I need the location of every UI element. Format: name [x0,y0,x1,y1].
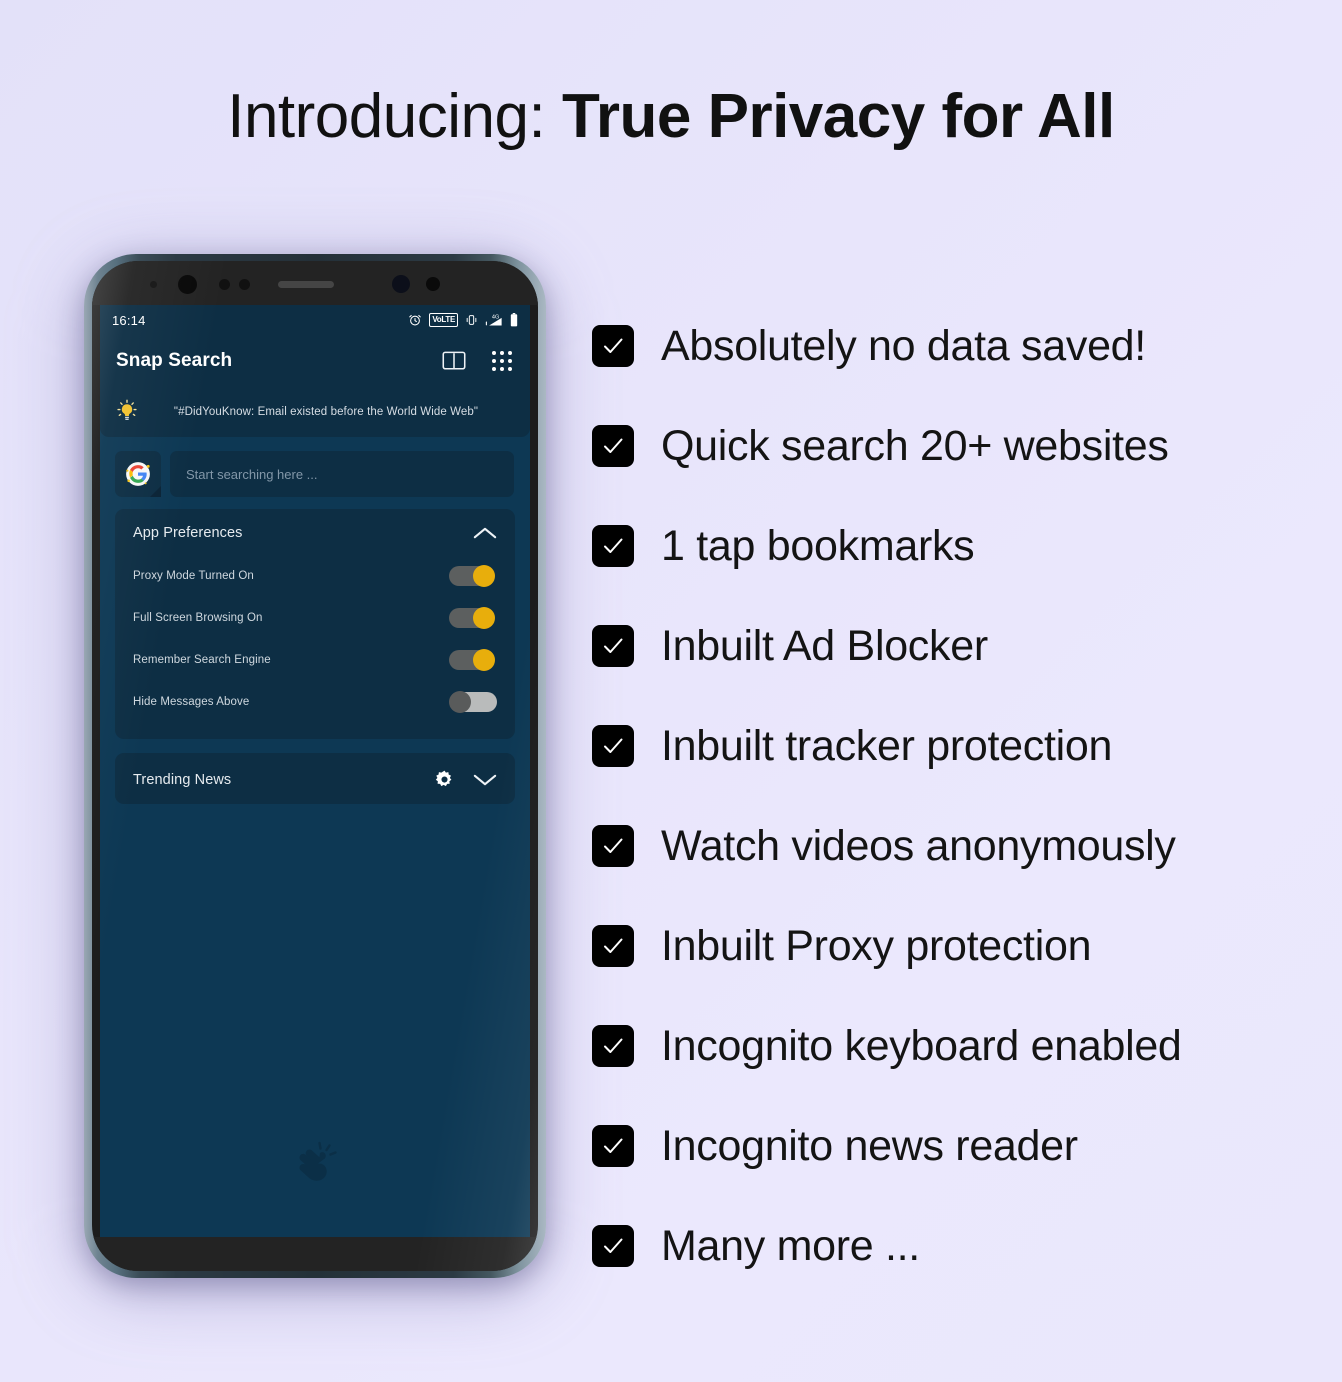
google-icon [126,462,150,486]
page-title: Introducing: True Privacy for All [0,86,1342,148]
list-item: Quick search 20+ websites [592,396,1312,496]
search-input[interactable] [170,451,514,497]
svg-text:4G: 4G [492,315,499,321]
sensor-led-icon [150,281,157,288]
search-row [100,437,530,509]
list-item: 1 tap bookmarks [592,496,1312,596]
vibrate-icon [466,315,477,325]
snap-fingers-icon [299,1141,337,1181]
app-bar-actions [442,351,512,371]
proxy-mode-toggle[interactable] [449,565,497,587]
list-item: Absolutely no data saved! [592,296,1312,396]
trending-news-card: Trending News [115,753,515,804]
sensor-strip [92,261,538,305]
signal-4g-icon: 4G [485,315,502,326]
checkbox-checked-icon[interactable] [592,925,634,967]
alarm-icon [409,314,422,326]
secondary-sensor-icon [426,277,440,291]
status-bar-icons: VoLTE 4G [408,313,518,327]
preference-label: Hide Messages Above [133,696,250,708]
app-preferences-header-actions [473,526,497,540]
app-preferences-list: Proxy Mode Turned On Full Screen Browsin… [115,555,515,739]
checkbox-checked-icon[interactable] [592,725,634,767]
trending-news-header[interactable]: Trending News [115,753,515,804]
chevron-down-icon[interactable] [473,773,497,787]
feature-list: Absolutely no data saved! Quick search 2… [592,296,1312,1296]
preference-row[interactable]: Proxy Mode Turned On [133,555,497,597]
feature-label: Inbuilt Ad Blocker [661,621,988,670]
page-title-emphasis: True Privacy for All [561,82,1115,151]
checkbox-checked-icon[interactable] [592,625,634,667]
remember-search-engine-toggle[interactable] [449,649,497,671]
app-title: Snap Search [116,350,233,371]
app-preferences-title: App Preferences [133,525,243,541]
checkbox-checked-icon[interactable] [592,825,634,867]
tip-text: "#DidYouKnow: Email existed before the W… [173,406,479,418]
bookmarks-icon[interactable] [442,351,466,371]
phone-bezel: 16:14 VoLTE 4G Snap Search "#DidYouKnow:… [92,261,538,1271]
app-bar: Snap Search [100,335,530,387]
preference-row[interactable]: Full Screen Browsing On [133,597,497,639]
phone-chin [92,1237,538,1271]
checkbox-checked-icon[interactable] [592,325,634,367]
search-engine-button[interactable] [115,451,161,497]
feature-label: 1 tap bookmarks [661,521,975,570]
list-item: Incognito news reader [592,1096,1312,1196]
trending-news-title: Trending News [133,771,232,788]
list-item: Watch videos anonymously [592,796,1312,896]
feature-label: Watch videos anonymously [661,821,1176,870]
phone-mockup: 16:14 VoLTE 4G Snap Search "#DidYouKnow:… [62,238,562,1298]
light-sensor-icon [239,279,250,290]
chevron-up-icon[interactable] [473,526,497,540]
preference-row[interactable]: Hide Messages Above [133,681,497,723]
checkbox-checked-icon[interactable] [592,1125,634,1167]
full-screen-browsing-toggle[interactable] [449,607,497,629]
battery-icon [510,313,518,327]
preference-row[interactable]: Remember Search Engine [133,639,497,681]
front-camera-icon [178,275,197,294]
feature-label: Absolutely no data saved! [661,321,1146,370]
hide-messages-above-toggle[interactable] [449,691,497,713]
feature-label: Quick search 20+ websites [661,421,1169,470]
list-item: Inbuilt Proxy protection [592,896,1312,996]
app-preferences-card: App Preferences Proxy Mode Turned On Ful… [115,509,515,739]
phone-frame: 16:14 VoLTE 4G Snap Search "#DidYouKnow:… [84,254,546,1278]
list-item: Inbuilt Ad Blocker [592,596,1312,696]
feature-label: Inbuilt Proxy protection [661,921,1092,970]
volte-icon: VoLTE [429,313,458,327]
status-bar-time: 16:14 [112,312,146,328]
proximity-sensor-icon [219,279,230,290]
checkbox-checked-icon[interactable] [592,1225,634,1267]
snap-watermark [100,1139,530,1199]
status-bar: 16:14 VoLTE 4G [100,305,530,335]
phone-screen: 16:14 VoLTE 4G Snap Search "#DidYouKnow:… [100,305,530,1237]
gear-icon[interactable] [434,769,455,790]
checkbox-checked-icon[interactable] [592,1025,634,1067]
apps-grid-icon[interactable] [492,351,512,371]
earpiece-speaker [278,281,334,288]
page-title-prefix: Introducing: [227,82,562,151]
list-item: Incognito keyboard enabled [592,996,1312,1096]
tip-banner[interactable]: "#DidYouKnow: Email existed before the W… [100,387,530,437]
trending-news-header-actions [434,769,497,790]
preference-label: Full Screen Browsing On [133,612,263,624]
feature-label: Many more ... [661,1221,920,1270]
list-item: Inbuilt tracker protection [592,696,1312,796]
lightbulb-icon [117,399,137,420]
feature-label: Incognito keyboard enabled [661,1021,1182,1070]
checkbox-checked-icon[interactable] [592,425,634,467]
feature-label: Inbuilt tracker protection [661,721,1113,770]
iris-scanner-icon [392,275,410,293]
list-item: Many more ... [592,1196,1312,1296]
app-preferences-header[interactable]: App Preferences [115,509,515,555]
feature-label: Incognito news reader [661,1121,1078,1170]
checkbox-checked-icon[interactable] [592,525,634,567]
preference-label: Proxy Mode Turned On [133,570,254,582]
preference-label: Remember Search Engine [133,654,271,666]
